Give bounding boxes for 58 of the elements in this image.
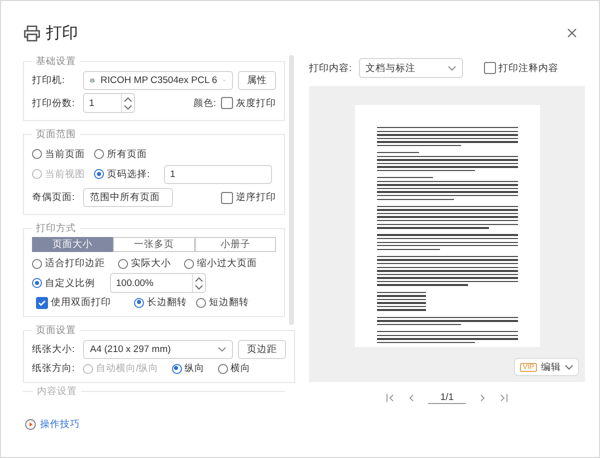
radio-option[interactable]: 适合打印边距 — [32, 257, 105, 270]
section-title: 打印方式 — [35, 222, 77, 235]
radio-option[interactable]: 缩小过大页面 — [184, 257, 257, 270]
tab[interactable]: 一张多页 — [113, 237, 195, 252]
checkmark-icon — [37, 298, 47, 308]
next-page-icon[interactable] — [480, 394, 486, 402]
field-label: 打印机: — [32, 74, 66, 87]
properties-button[interactable]: 属性 — [238, 71, 276, 90]
field-label: 奇偶页面: — [32, 191, 76, 204]
printer-icon — [23, 24, 41, 42]
play-icon — [25, 419, 36, 430]
section-title: 内容设置 — [33, 385, 81, 398]
print-content-dropdown[interactable]: 文档与标注 — [358, 58, 463, 78]
section-title: 页面设置 — [35, 324, 77, 337]
field-label: 打印份数: — [32, 96, 76, 110]
radio-option[interactable]: 自定义比例 — [32, 276, 95, 290]
grayscale-checkbox[interactable]: 灰度打印 — [221, 96, 276, 110]
radio-option[interactable]: 所有页面 — [94, 148, 156, 160]
tab[interactable]: 小册子 — [194, 237, 276, 252]
field-label: 纸张方向: — [32, 362, 76, 375]
radio-option[interactable]: 纵向 — [172, 362, 205, 375]
paper-size-dropdown[interactable]: A4 (210 x 297 mm) — [83, 340, 233, 359]
printer-dropdown[interactable]: RICOH MP C3504ex PCL 6 — [83, 71, 233, 90]
copies-spinbox[interactable]: 1 — [83, 93, 135, 113]
page-number-input[interactable]: 1 — [164, 164, 272, 184]
window-title: 打印 — [46, 24, 78, 44]
radio-option[interactable]: 实际大小 — [118, 257, 171, 270]
chevron-down-icon[interactable] — [195, 284, 203, 290]
radio-option[interactable]: 横向 — [218, 362, 251, 375]
chevron-down-icon[interactable] — [124, 104, 132, 110]
section-title: 页面范围 — [35, 128, 77, 141]
chevron-up-icon[interactable] — [195, 276, 203, 282]
chevron-down-icon — [565, 364, 573, 370]
radio-option[interactable]: 长边翻转 — [134, 296, 187, 309]
margins-button[interactable]: 页边距 — [238, 340, 286, 359]
reverse-checkbox[interactable]: 逆序打印 — [221, 191, 276, 204]
previous-page-icon[interactable] — [408, 394, 414, 402]
field-label: 颜色: — [193, 96, 216, 110]
tips-link[interactable]: 操作技巧 — [25, 418, 80, 431]
radio-option[interactable]: 当前页面 — [32, 148, 86, 160]
radio-option[interactable]: 页码选择: — [94, 168, 156, 180]
chevron-down-icon — [448, 66, 456, 70]
field-label: 纸张大小: — [32, 343, 76, 356]
section-title: 基础设置 — [35, 55, 77, 68]
annotations-checkbox[interactable]: 打印注释内容 — [484, 62, 559, 74]
odd-even-dropdown[interactable]: 范围中所有页面 — [83, 188, 173, 207]
field-label: 打印内容: — [309, 62, 352, 74]
last-page-icon[interactable] — [500, 394, 508, 402]
scrollbar-thumb[interactable] — [289, 55, 294, 325]
first-page-icon[interactable] — [386, 394, 394, 402]
page-indicator: 1/1 — [428, 392, 466, 404]
radio-option[interactable]: 短边翻转 — [196, 296, 249, 309]
close-icon[interactable] — [567, 28, 577, 38]
chevron-down-icon — [218, 347, 226, 352]
duplex-checkbox[interactable]: 使用双面打印 — [36, 296, 111, 309]
scale-spinbox[interactable]: 100.00% — [110, 273, 206, 293]
chevron-up-icon[interactable] — [124, 96, 132, 102]
edit-label: 编辑 — [541, 360, 561, 374]
